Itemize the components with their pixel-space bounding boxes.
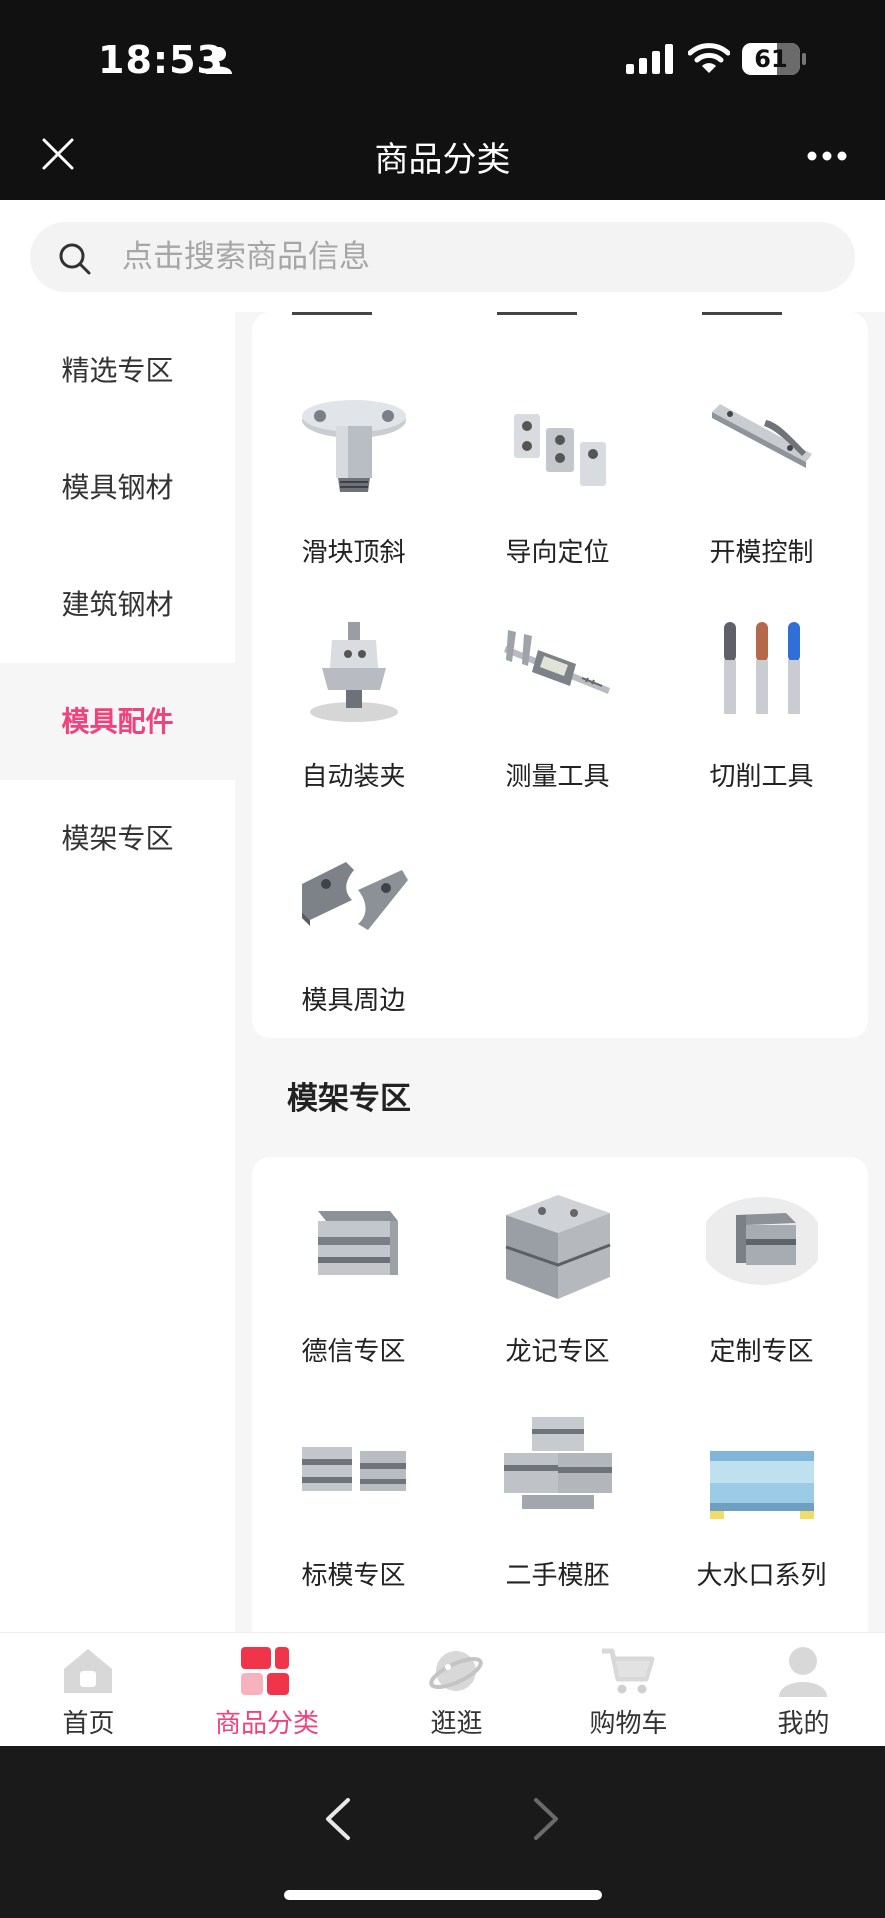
search-box[interactable] — [30, 222, 855, 292]
home-indicator[interactable] — [284, 1890, 602, 1900]
clamp-plate-icon — [302, 862, 408, 930]
accessory-item[interactable]: 测量工具 — [456, 606, 659, 806]
section-title-mold-base: 模架专区 — [287, 1081, 411, 1117]
profile-icon — [779, 1647, 827, 1697]
scrolled-label-fragment — [497, 312, 577, 315]
category-sidebar: 精选专区 模具钢材 建筑钢材 模具配件 模架专区 — [0, 312, 235, 1632]
mold-base-label: 龙记专区 — [505, 1337, 610, 1367]
accessory-label: 开模控制 — [709, 538, 814, 568]
tab-label: 商品分类 — [214, 1709, 319, 1739]
title-bar: 商品分类 — [0, 120, 885, 200]
mold-base-icon — [318, 1211, 398, 1275]
accessory-label: 自动装夹 — [301, 762, 406, 792]
auto-clamp-part-icon — [310, 622, 398, 722]
cart-icon — [602, 1648, 655, 1694]
mold-base-icon — [706, 1197, 818, 1285]
accessory-item[interactable]: 切削工具 — [660, 606, 863, 806]
mold-base-label: 德信专区 — [301, 1337, 406, 1367]
tab-category[interactable]: 商品分类 — [177, 1633, 357, 1747]
page-title: 商品分类 — [374, 140, 511, 180]
tab-label: 我的 — [777, 1709, 830, 1739]
accessory-item[interactable]: 导向定位 — [456, 382, 659, 582]
tab-cart[interactable]: 购物车 — [540, 1633, 717, 1747]
search-input[interactable] — [122, 222, 822, 292]
wifi-icon — [688, 43, 730, 73]
tab-home[interactable]: 首页 — [0, 1633, 177, 1747]
search-icon — [59, 243, 91, 275]
tab-profile[interactable]: 我的 — [715, 1633, 885, 1747]
mold-base-label: 二手模胚 — [505, 1561, 610, 1591]
sidebar-item-mold-base[interactable]: 模架专区 — [0, 780, 235, 897]
forward-arrow-icon[interactable] — [532, 1796, 562, 1842]
status-bar: 18:53 61 — [0, 0, 885, 120]
scrolled-label-fragment — [292, 312, 372, 315]
search-area — [0, 200, 885, 312]
accessory-item[interactable]: 滑块顶斜 — [252, 382, 455, 582]
browser-navigation-bar — [0, 1746, 885, 1918]
more-options-icon[interactable] — [806, 150, 848, 162]
sidebar-item-construction-steel[interactable]: 建筑钢材 — [0, 546, 235, 663]
slider-lifter-part-icon — [302, 400, 406, 492]
end-mill-icon — [724, 622, 800, 714]
mold-base-icon — [505, 1195, 611, 1299]
back-arrow-icon[interactable] — [322, 1796, 352, 1842]
accessory-label: 测量工具 — [505, 762, 610, 792]
sidebar-item-featured[interactable]: 精选专区 — [0, 312, 235, 429]
mold-base-item[interactable]: 大水口系列 — [660, 1405, 863, 1605]
mold-base-icon — [302, 1447, 406, 1491]
battery-indicator: 61 — [742, 43, 806, 75]
guide-locator-part-icon — [514, 414, 606, 486]
mold-base-item[interactable]: 龙记专区 — [456, 1181, 659, 1381]
accessory-label: 模具周边 — [301, 986, 406, 1016]
accessory-label: 滑块顶斜 — [301, 538, 406, 568]
sidebar-item-mold-steel[interactable]: 模具钢材 — [0, 429, 235, 546]
mold-base-label: 标模专区 — [301, 1561, 406, 1591]
mold-base-label: 大水口系列 — [696, 1561, 827, 1591]
mold-base-item[interactable]: 德信专区 — [252, 1181, 455, 1381]
home-icon — [64, 1649, 112, 1693]
sidebar-item-mold-accessories[interactable]: 模具配件 — [0, 663, 235, 780]
tab-label: 首页 — [62, 1709, 115, 1739]
mold-base-item[interactable]: 定制专区 — [660, 1181, 863, 1381]
accessory-item[interactable]: 开模控制 — [660, 382, 863, 582]
planet-icon — [429, 1651, 483, 1691]
scrolled-label-fragment — [702, 312, 782, 315]
mold-base-icon — [504, 1417, 612, 1509]
accessory-item[interactable]: 自动装夹 — [252, 606, 455, 806]
tab-label: 逛逛 — [430, 1709, 483, 1739]
tab-label: 购物车 — [589, 1709, 668, 1739]
mold-base-item[interactable]: 标模专区 — [252, 1405, 455, 1605]
mold-base-label: 定制专区 — [709, 1337, 814, 1367]
accessories-card: 滑块顶斜 导向定位 开模控制 自动装夹 测量工具 切削工具 模具周边 — [252, 312, 868, 1038]
caliper-icon — [504, 630, 610, 694]
accessory-label: 切削工具 — [709, 762, 814, 792]
person-icon — [206, 47, 232, 74]
battery-level: 61 — [754, 45, 788, 73]
accessory-label: 导向定位 — [505, 538, 610, 568]
cellular-signal-icon — [626, 44, 673, 74]
mold-open-control-part-icon — [712, 404, 812, 468]
tab-explore[interactable]: 逛逛 — [368, 1633, 545, 1747]
accessory-item[interactable]: 模具周边 — [252, 830, 455, 1030]
bottom-tab-bar: 首页 商品分类 逛逛 购物车 我的 — [0, 1632, 885, 1746]
category-icon — [241, 1647, 289, 1695]
mold-base-item[interactable]: 二手模胚 — [456, 1405, 659, 1605]
mold-base-icon — [710, 1451, 814, 1519]
mold-base-card: 德信专区 龙记专区 定制专区 标模专区 二手模胚 大水口系列 — [252, 1157, 868, 1677]
